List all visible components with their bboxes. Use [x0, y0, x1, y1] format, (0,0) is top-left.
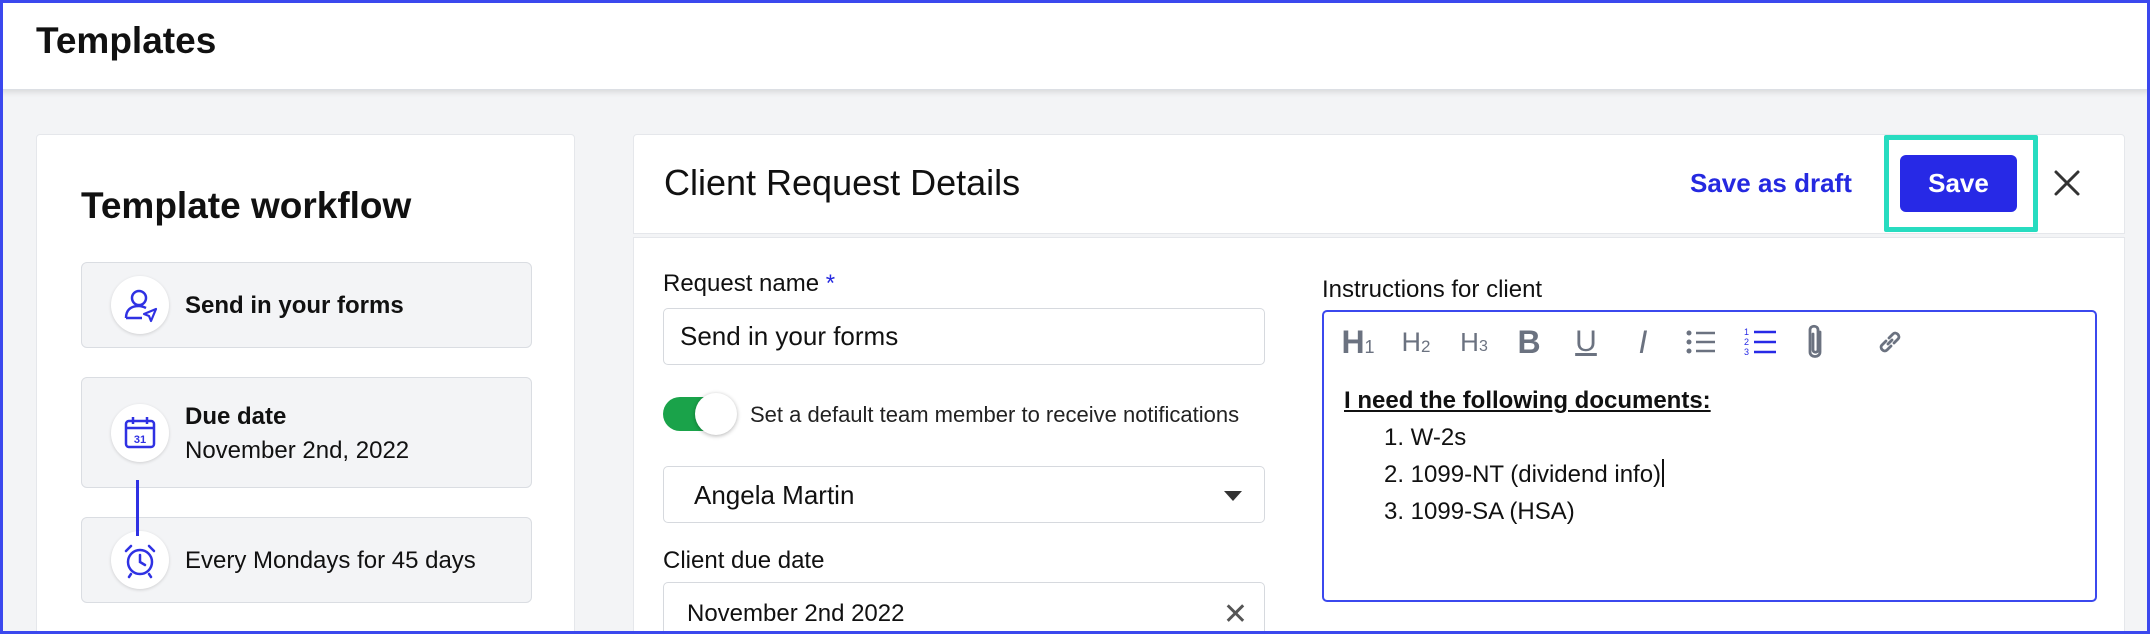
- template-workflow-panel: Template workflow Send in your forms 31 …: [36, 134, 575, 634]
- due-date-value: November 2nd, 2022: [185, 437, 410, 464]
- calendar-icon: 31: [111, 404, 169, 462]
- calendar-day: 31: [134, 434, 146, 446]
- list-item: 3. 1099-SA (HSA): [1384, 498, 1575, 525]
- chevron-down-icon: [1224, 491, 1242, 501]
- request-details-title: Client Request Details: [664, 162, 1021, 203]
- italic-icon[interactable]: I: [1628, 322, 1658, 362]
- heading-3-icon[interactable]: H3: [1454, 322, 1494, 362]
- request-name-value: Send in your forms: [680, 321, 899, 351]
- instructions-label: Instructions for client: [1322, 276, 1543, 303]
- workflow-connector: [136, 480, 139, 536]
- underline-icon[interactable]: U: [1571, 322, 1601, 362]
- workflow-step-reminder[interactable]: Every Mondays for 45 days: [81, 517, 532, 603]
- link-icon[interactable]: [1873, 322, 1907, 362]
- close-icon[interactable]: [2048, 164, 2086, 202]
- default-notifications-toggle[interactable]: [663, 393, 737, 435]
- due-date-value: November 2nd 2022: [687, 600, 905, 627]
- team-member-select[interactable]: Angela Martin: [663, 466, 1265, 523]
- bold-icon[interactable]: B: [1514, 322, 1544, 362]
- instructions-list: 1. W-2s 2. 1099-NT (dividend info) 3. 10…: [1344, 419, 1711, 530]
- instructions-heading: I need the following documents:: [1344, 387, 1711, 414]
- svg-text:3: 3: [1744, 347, 1749, 357]
- instructions-content[interactable]: I need the following documents: 1. W-2s …: [1344, 382, 1711, 530]
- request-name-label: Request name *: [663, 270, 836, 297]
- instructions-editor[interactable]: H1 H2 H3 B U I 1 2 3 I need the followin…: [1322, 310, 2097, 602]
- svg-text:1: 1: [1744, 327, 1749, 337]
- required-mark: *: [825, 270, 836, 297]
- numbered-list-icon[interactable]: 1 2 3: [1742, 322, 1778, 362]
- svg-text:2: 2: [1744, 337, 1749, 347]
- list-item: 1. W-2s: [1384, 424, 1467, 451]
- request-name-input[interactable]: Send in your forms: [663, 308, 1265, 365]
- toggle-knob: [695, 393, 737, 435]
- user-send-icon: [111, 276, 169, 334]
- bullet-list-icon[interactable]: [1684, 322, 1718, 362]
- list-item: 2. 1099-NT (dividend info): [1384, 456, 1711, 493]
- attachment-icon[interactable]: [1800, 322, 1830, 362]
- toggle-label: Set a default team member to receive not…: [750, 402, 1240, 427]
- page-title: Templates: [36, 20, 217, 61]
- workflow-step-label: Send in your forms: [185, 292, 404, 319]
- clear-icon[interactable]: ✕: [1223, 597, 1248, 632]
- text-cursor: [1662, 459, 1665, 487]
- client-due-date-input[interactable]: November 2nd 2022 ✕: [663, 582, 1265, 634]
- team-member-value: Angela Martin: [694, 480, 855, 510]
- workflow-step-label: Every Mondays for 45 days: [185, 547, 476, 574]
- heading-2-icon[interactable]: H2: [1396, 322, 1436, 362]
- save-as-draft-button[interactable]: Save as draft: [1690, 168, 1852, 199]
- workflow-title: Template workflow: [81, 185, 412, 226]
- top-bar: Templates: [0, 0, 2150, 90]
- alarm-clock-icon: [111, 531, 169, 589]
- due-date-title: Due date: [185, 403, 287, 430]
- heading-1-icon[interactable]: H1: [1338, 322, 1378, 362]
- save-button[interactable]: Save: [1900, 155, 2017, 212]
- due-date-label: Client due date: [663, 547, 825, 574]
- workflow-step-send-forms[interactable]: Send in your forms: [81, 262, 532, 348]
- workflow-step-due-date[interactable]: 31 Due date November 2nd, 2022: [81, 377, 532, 488]
